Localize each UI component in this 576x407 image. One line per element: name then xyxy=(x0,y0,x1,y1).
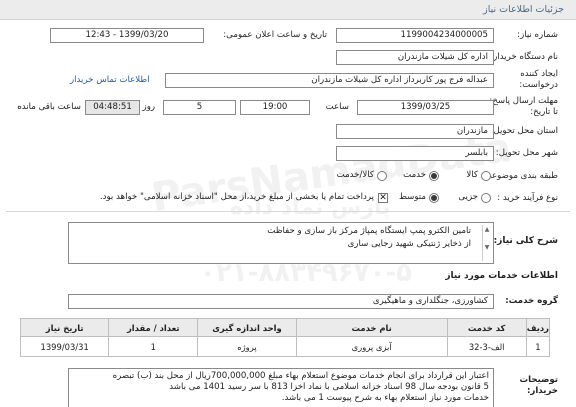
process-option-minor: جزیی xyxy=(458,192,478,202)
buyer-notes-label-line1: توضیحات xyxy=(519,375,558,385)
buyer-org-label: نام دستگاه خریدار: xyxy=(490,52,558,62)
category-option-goods-service: کالا/خدمت xyxy=(336,170,374,180)
table-row: 1 الف-3-32 آبزی پروری پروژه 1 1399/03/31 xyxy=(19,336,551,357)
buyer-notes-line-2: 5 قانون بودجه سال 98 اسناد خزانه اسلامی … xyxy=(169,382,489,392)
requester-field: عبداله فرج پور کاربرداز اداره کل شیلات م… xyxy=(165,73,494,88)
cell-service-code: الف-3-32 xyxy=(446,336,527,357)
watermark-brand: ParsNamadData xyxy=(148,124,515,222)
col-need-date: تاریخ نیاز xyxy=(19,318,110,337)
need-number-field: 1199004234000005 xyxy=(336,28,494,43)
buyer-contact-link[interactable]: اطلاعات تماس خریدار xyxy=(70,75,150,85)
category-label: طبقه بندی موضوعی: xyxy=(481,171,558,181)
announce-datetime-field: 1399/03/20 - 12:43 xyxy=(50,28,204,43)
deadline-time-field: 19:00 xyxy=(240,100,310,115)
category-radio-service[interactable] xyxy=(429,171,439,181)
process-option-medium: متوسط xyxy=(399,192,426,202)
buyer-notes-line-1: اعتبار این قرارداد برای انجام خدمات موضو… xyxy=(112,371,489,381)
category-option-service: خدمت xyxy=(403,170,426,180)
buyer-notes-line-3: خدمات مورد نیاز استعلام بهاء به شرح پیوس… xyxy=(281,393,489,403)
deadline-time-label: ساعت xyxy=(325,102,349,112)
col-quantity: تعداد / مقدار xyxy=(108,318,199,337)
col-service-name: نام خدمت xyxy=(295,318,448,337)
services-section-title: اطلاعات خدمات مورد نیاز xyxy=(445,271,558,281)
col-row-number: ردیف xyxy=(525,318,551,337)
city-label: شهر محل تحویل: xyxy=(495,148,558,158)
countdown-label: ساعت باقی مانده xyxy=(17,102,81,112)
treasury-payment-checkbox[interactable]: ✕ xyxy=(378,193,388,203)
summary-line-2: از ذخایر ژنتیکی شهید رجایی ساری xyxy=(347,239,471,249)
summary-label: شرح کلی نیاز: xyxy=(493,236,558,246)
col-service-code: کد خدمت xyxy=(446,318,527,337)
process-radio-medium[interactable] xyxy=(429,193,439,203)
deadline-label-line2: تا تاریخ: xyxy=(530,107,558,117)
services-table: ردیف کد خدمت نام خدمت واحد اندازه گیری ت… xyxy=(19,318,551,357)
days-remaining-field: 5 xyxy=(163,100,236,115)
service-group-field: کشاورزی، جنگلداری و ماهیگیری xyxy=(68,294,494,309)
process-type-label: نوع فرآیند خرید : xyxy=(497,193,558,203)
buyer-org-field: اداره کل شیلات مازندران xyxy=(336,50,494,65)
summary-line-1: تامین الکترو پمپ ایستگاه پمپاژ مرکز باز … xyxy=(267,226,471,236)
province-label: استان محل تحویل: xyxy=(490,126,558,136)
category-radio-goods[interactable] xyxy=(481,171,491,181)
cell-unit: پروژه xyxy=(197,336,297,357)
cell-quantity: 1 xyxy=(108,336,199,357)
cell-service-name: آبزی پروری xyxy=(295,336,448,357)
cell-row-number: 1 xyxy=(525,336,551,357)
process-radio-minor[interactable] xyxy=(481,193,491,203)
divider xyxy=(6,211,570,212)
need-number-label: شماره نیاز: xyxy=(517,30,558,40)
city-field: بابلسر xyxy=(336,146,494,161)
table-header-row: ردیف کد خدمت نام خدمت واحد اندازه گیری ت… xyxy=(19,318,551,337)
requester-label-line2: درخواست: xyxy=(519,80,558,90)
col-unit: واحد اندازه گیری xyxy=(197,318,297,337)
summary-textarea[interactable]: تامین الکترو پمپ ایستگاه پمپاژ مرکز باز … xyxy=(68,222,494,264)
service-group-label: گروه خدمت: xyxy=(505,296,558,306)
announce-datetime-label: تاریخ و ساعت اعلان عمومی: xyxy=(223,30,327,40)
buyer-notes-label-line2: خریدار: xyxy=(526,386,558,396)
deadline-date-field: 1399/03/25 xyxy=(357,100,494,115)
buyer-notes-box: اعتبار این قرارداد برای انجام خدمات موضو… xyxy=(68,368,494,407)
category-option-goods: کالا xyxy=(466,170,478,180)
treasury-payment-note: پرداخت تمام یا بخشی از مبلغ خرید،از محل … xyxy=(99,192,374,202)
category-radio-goods-service[interactable] xyxy=(377,171,387,181)
requester-label-line1: ایجاد کننده xyxy=(520,69,558,79)
province-field: مازندران xyxy=(336,124,494,139)
countdown-field: 04:48:51 xyxy=(85,100,140,115)
cell-need-date: 1399/03/31 xyxy=(19,336,110,357)
deadline-label-line1: مهلت ارسال پاسخ: xyxy=(489,96,558,106)
page-title: جزئیات اطلاعات نیاز xyxy=(483,4,564,15)
summary-scrollbar[interactable]: ▲ ▼ xyxy=(482,225,491,261)
